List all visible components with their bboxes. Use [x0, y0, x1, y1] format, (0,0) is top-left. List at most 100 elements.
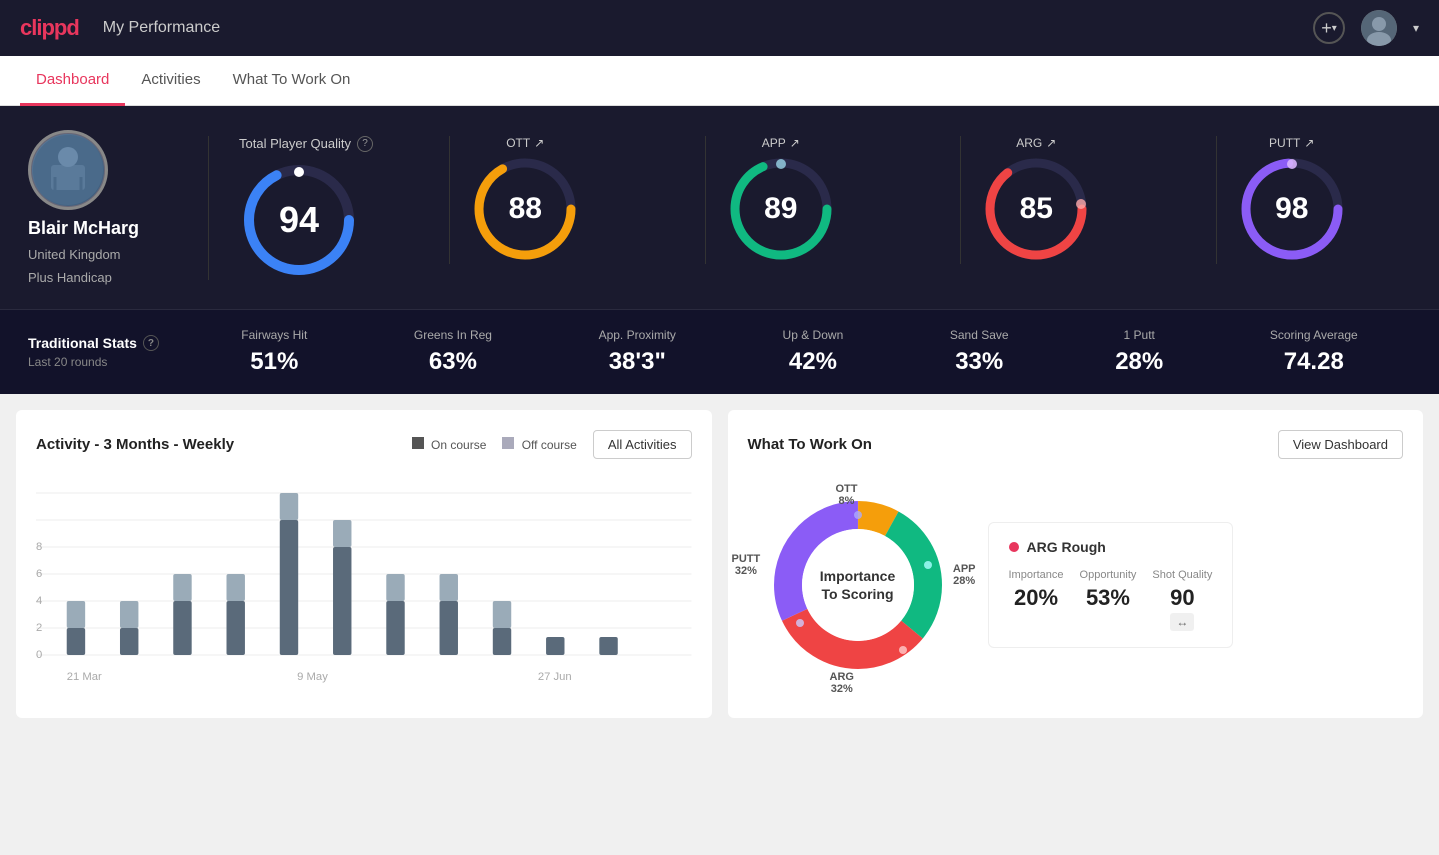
- what-to-work-on-panel: What To Work On View Dashboard: [728, 410, 1424, 718]
- svg-text:9 May: 9 May: [297, 671, 328, 683]
- ott-ring: 88: [470, 154, 580, 264]
- app-ring: 89: [726, 154, 836, 264]
- on-course-dot: [412, 437, 424, 449]
- wtwon-body: ImportanceTo Scoring OTT 8% APP 28% ARG …: [748, 475, 1404, 695]
- info-card-title: ARG Rough: [1009, 539, 1213, 555]
- donut-label-arg: ARG 32%: [830, 671, 854, 695]
- tpq-label: Total Player Quality ?: [239, 136, 373, 152]
- putt-value: 98: [1275, 192, 1308, 226]
- tab-dashboard[interactable]: Dashboard: [20, 56, 125, 106]
- info-stat-shot-quality: Shot Quality 90 ↔: [1152, 569, 1212, 631]
- activity-chart-header: Activity - 3 Months - Weekly On course O…: [36, 430, 692, 459]
- putt-ring: 98: [1237, 154, 1347, 264]
- traditional-stats: Traditional Stats ? Last 20 rounds Fairw…: [0, 309, 1439, 394]
- stat-rings: OTT ↗ 88 APP ↗: [405, 136, 1411, 264]
- putt-ring-item: PUTT ↗ 98: [1216, 136, 1367, 264]
- activity-chart-area: 0 2 4 6 8: [36, 475, 692, 695]
- ott-ring-item: OTT ↗ 88: [449, 136, 600, 264]
- tpq-help-icon[interactable]: ?: [357, 136, 373, 152]
- svg-text:2: 2: [36, 622, 42, 634]
- page-title: My Performance: [103, 19, 220, 37]
- player-country: United Kingdom: [28, 247, 121, 262]
- legend-off-course: Off course: [502, 437, 576, 452]
- tab-activities[interactable]: Activities: [125, 56, 216, 106]
- trad-stats-period: Last 20 rounds: [28, 355, 188, 369]
- tab-what-to-work-on[interactable]: What To Work On: [217, 56, 367, 106]
- trad-stat-greens: Greens In Reg 63%: [414, 328, 492, 376]
- topbar: clippd My Performance + ▾ ▾: [0, 0, 1439, 56]
- avatar-image: [1361, 10, 1397, 46]
- player-row: Blair McHarg United Kingdom Plus Handica…: [28, 130, 1411, 285]
- chart-legend: On course Off course: [412, 437, 577, 452]
- donut-label-app: APP 28%: [953, 563, 976, 587]
- app-value: 89: [764, 192, 797, 226]
- app-logo: clippd: [20, 15, 79, 41]
- wtwon-title: What To Work On: [748, 436, 872, 453]
- arg-rough-info-card: ARG Rough Importance 20% Opportunity 53%…: [988, 522, 1234, 648]
- total-quality-section: Total Player Quality ? 94: [219, 136, 405, 280]
- player-info: Blair McHarg United Kingdom Plus Handica…: [28, 130, 208, 285]
- trad-stat-fairways: Fairways Hit 51%: [241, 328, 307, 376]
- donut-label-putt: PUTT 32%: [732, 553, 761, 577]
- ott-trend-icon: ↗: [534, 136, 544, 150]
- add-button[interactable]: + ▾: [1313, 12, 1345, 44]
- info-stat-opportunity: Opportunity 53%: [1080, 569, 1137, 631]
- legend-on-course: On course: [412, 437, 487, 452]
- off-course-dot: [502, 437, 514, 449]
- putt-label: PUTT ↗: [1269, 136, 1314, 150]
- ott-value: 88: [509, 192, 542, 226]
- info-card-stats: Importance 20% Opportunity 53% Shot Qual…: [1009, 569, 1213, 631]
- info-card-dot: [1009, 542, 1019, 552]
- trad-stat-updown: Up & Down 42%: [783, 328, 844, 376]
- svg-text:6: 6: [36, 568, 42, 580]
- bottom-panels: Activity - 3 Months - Weekly On course O…: [0, 394, 1439, 734]
- activity-bar-chart: 0 2 4 6 8: [36, 475, 692, 695]
- user-avatar[interactable]: [1361, 10, 1397, 46]
- trad-stat-proximity: App. Proximity 38'3": [599, 328, 676, 376]
- arg-ring-item: ARG ↗ 85: [960, 136, 1111, 264]
- total-quality-ring: 94: [239, 160, 359, 280]
- donut-label-ott: OTT 8%: [836, 483, 858, 507]
- all-activities-button[interactable]: All Activities: [593, 430, 692, 459]
- donut-chart-area: ImportanceTo Scoring OTT 8% APP 28% ARG …: [748, 475, 968, 695]
- view-dashboard-button[interactable]: View Dashboard: [1278, 430, 1403, 459]
- svg-text:4: 4: [36, 595, 42, 607]
- ott-label: OTT ↗: [506, 136, 544, 150]
- trad-stats-title: Traditional Stats ?: [28, 335, 188, 351]
- player-handicap: Plus Handicap: [28, 270, 112, 285]
- arg-label: ARG ↗: [1016, 136, 1056, 150]
- arg-trend-icon: ↗: [1046, 136, 1056, 150]
- svg-text:21 Mar: 21 Mar: [67, 671, 102, 683]
- app-ring-item: APP ↗ 89: [705, 136, 856, 264]
- donut-svg: [748, 475, 968, 695]
- svg-text:0: 0: [36, 649, 42, 661]
- putt-trend-icon: ↗: [1304, 136, 1314, 150]
- tab-navigation: Dashboard Activities What To Work On: [0, 56, 1439, 106]
- app-label: APP ↗: [762, 136, 800, 150]
- plus-icon: +: [1321, 18, 1332, 39]
- trad-stats-values: Fairways Hit 51% Greens In Reg 63% App. …: [188, 328, 1411, 376]
- info-stat-importance: Importance 20%: [1009, 569, 1064, 631]
- trad-stat-scoring: Scoring Average 74.28: [1270, 328, 1358, 376]
- svg-text:27 Jun: 27 Jun: [538, 671, 572, 683]
- activity-chart-panel: Activity - 3 Months - Weekly On course O…: [16, 410, 712, 718]
- wtwon-header: What To Work On View Dashboard: [748, 430, 1404, 459]
- arg-value: 85: [1020, 192, 1053, 226]
- hero-section: Blair McHarg United Kingdom Plus Handica…: [0, 106, 1439, 309]
- activity-chart-title: Activity - 3 Months - Weekly: [36, 436, 234, 453]
- user-menu-chevron: ▾: [1413, 21, 1419, 35]
- app-trend-icon: ↗: [790, 136, 800, 150]
- player-avatar: [28, 130, 108, 210]
- avatar-svg: [33, 135, 103, 205]
- shot-quality-badge: ↔: [1170, 613, 1194, 631]
- svg-text:8: 8: [36, 541, 42, 553]
- trad-stat-oneputt: 1 Putt 28%: [1115, 328, 1163, 376]
- chevron-down-icon: ▾: [1332, 23, 1337, 34]
- trad-stats-help-icon[interactable]: ?: [143, 335, 159, 351]
- player-name: Blair McHarg: [28, 218, 139, 239]
- quality-area: Total Player Quality ? 94 O: [208, 136, 1411, 280]
- topbar-actions: + ▾ ▾: [1313, 10, 1419, 46]
- arg-ring: 85: [981, 154, 1091, 264]
- total-quality-value: 94: [279, 199, 319, 241]
- trad-stats-label: Traditional Stats ? Last 20 rounds: [28, 335, 188, 369]
